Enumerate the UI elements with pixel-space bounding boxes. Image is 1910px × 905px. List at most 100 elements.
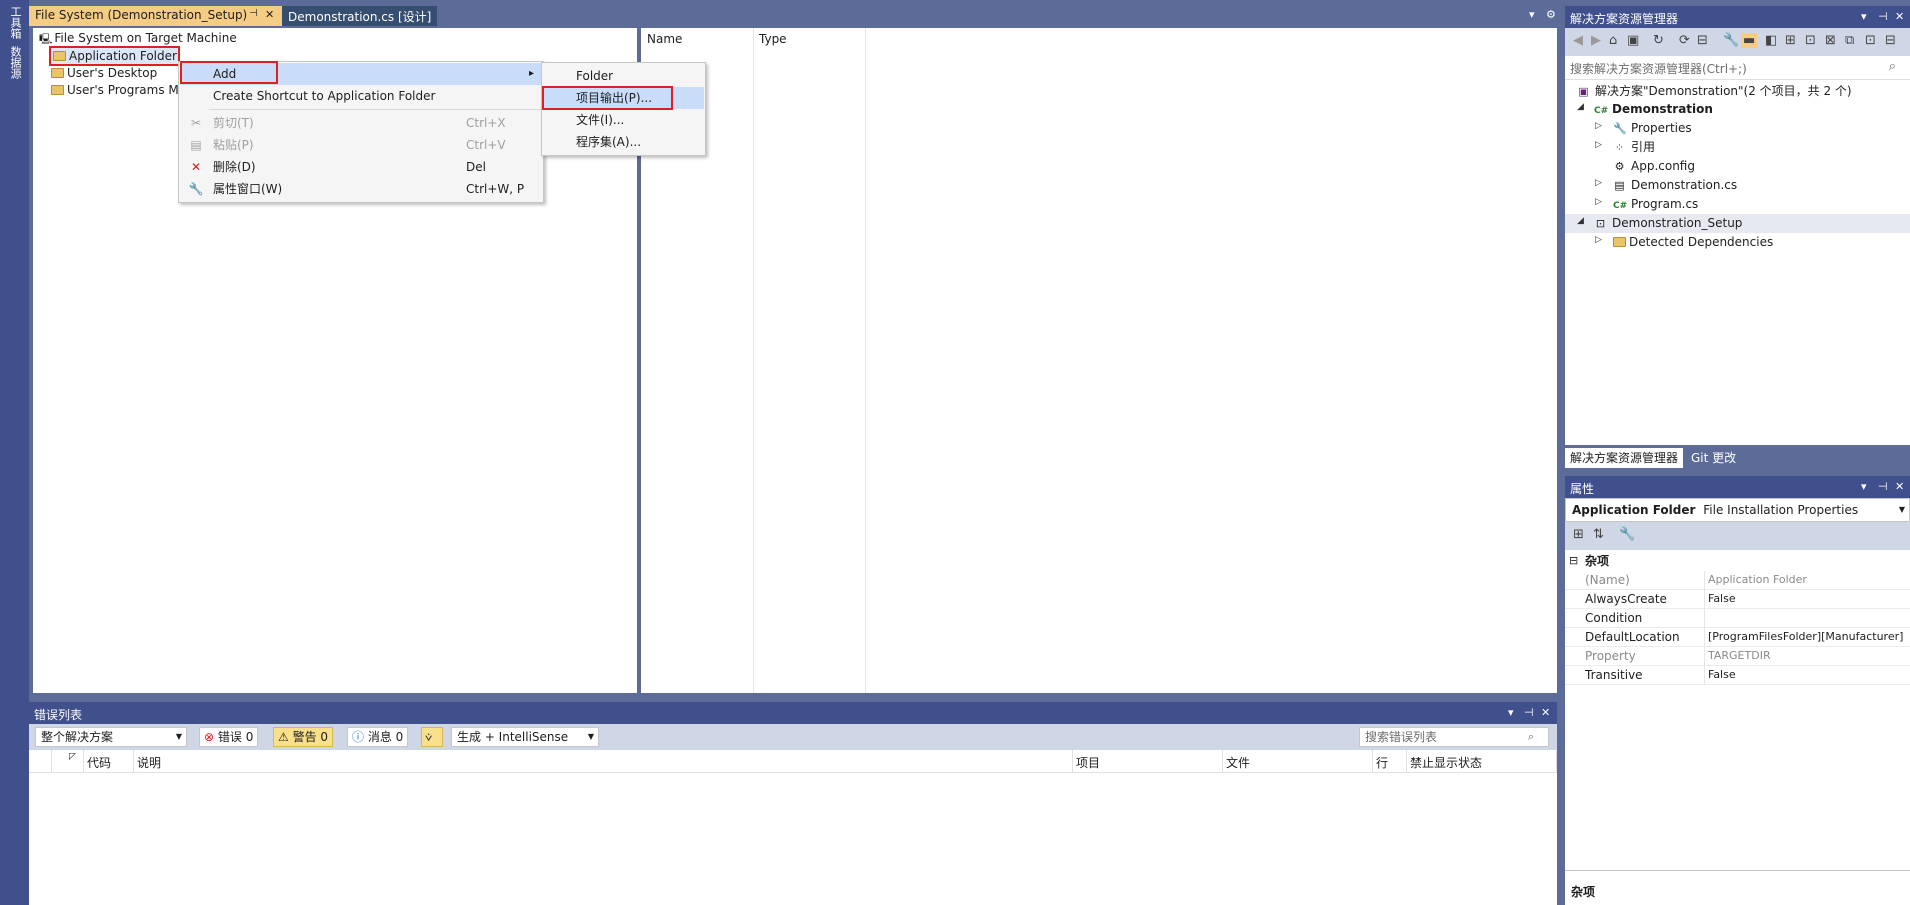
submenu-item-assembly[interactable]: 程序集(A)...: [543, 131, 704, 153]
errors-count: 错误 0: [217, 730, 254, 744]
preview-selected-icon[interactable]: ▬: [1741, 33, 1758, 48]
messages-filter-button[interactable]: ⓘ 消息 0: [347, 727, 409, 747]
column-header-type[interactable]: Type: [759, 32, 787, 46]
column-header-description[interactable]: 说明: [137, 754, 161, 771]
scope-select-value: 整个解决方案: [41, 730, 114, 744]
submenu-item-file[interactable]: 文件(I)...: [543, 109, 704, 131]
node-program-cs[interactable]: C# Program.cs: [1613, 195, 1698, 214]
tab-dropdown-icon[interactable]: ▾: [1529, 8, 1535, 21]
scope-select[interactable]: 整个解决方案 ▼: [35, 727, 187, 747]
view-designer-icon[interactable]: ⊞: [1785, 33, 1796, 48]
node-references[interactable]: ⁘ 引用: [1613, 138, 1655, 157]
user-interface-editor-icon[interactable]: ⊡: [1865, 33, 1876, 48]
collapsed-arrow-icon[interactable]: ▷: [1595, 140, 1602, 150]
project-node-demonstration[interactable]: C# Demonstration: [1594, 100, 1713, 119]
property-row[interactable]: DefaultLocation [ProgramFilesFolder][Man…: [1565, 628, 1910, 647]
dropdown-icon[interactable]: ▾: [1861, 480, 1867, 493]
error-search-input[interactable]: 搜索错误列表 ⌕: [1359, 727, 1549, 747]
collapsed-arrow-icon[interactable]: ▷: [1595, 178, 1602, 188]
node-properties[interactable]: 🔧 Properties: [1613, 119, 1692, 138]
references-icon: ⁘: [1614, 141, 1625, 154]
filetypes-editor-icon[interactable]: ⧉: [1845, 33, 1854, 48]
forward-icon[interactable]: ▶: [1591, 33, 1601, 48]
tree-item-users-desktop[interactable]: User's Desktop: [51, 65, 157, 81]
solution-label: 解决方案"Demonstration"(2 个项目，共 2 个): [1595, 84, 1852, 98]
dropdown-icon[interactable]: ▾: [1508, 706, 1514, 719]
back-icon[interactable]: ◀: [1573, 33, 1583, 48]
tab-git-changes[interactable]: Git 更改: [1686, 448, 1741, 468]
collapsed-arrow-icon[interactable]: ▷: [1595, 235, 1602, 245]
column-header-suppression[interactable]: 禁止显示状态: [1410, 754, 1482, 771]
menu-item-cut[interactable]: ✂ 剪切(T) Ctrl+X: [180, 112, 542, 134]
pin-icon[interactable]: ⊣: [249, 8, 258, 19]
pin-icon[interactable]: ⊣: [1878, 10, 1888, 23]
column-header-line[interactable]: 行: [1376, 754, 1388, 771]
column-header-code[interactable]: 代码: [87, 754, 111, 771]
solution-explorer-search-input[interactable]: 搜索解决方案资源管理器(Ctrl+;) ⌕: [1565, 56, 1910, 80]
column-header-file[interactable]: 文件: [1226, 754, 1250, 771]
settings-gear-icon[interactable]: ⚙: [1546, 8, 1556, 21]
tab-solution-explorer[interactable]: 解决方案资源管理器: [1565, 448, 1684, 468]
sort-icon: ◸: [69, 752, 76, 762]
menu-item-properties-window[interactable]: 🔧 属性窗口(W) Ctrl+W, P: [180, 178, 542, 200]
property-row[interactable]: (Name) Application Folder: [1565, 571, 1910, 590]
highlight-box: [180, 61, 278, 84]
close-icon[interactable]: ✕: [1895, 480, 1904, 493]
menu-item-delete[interactable]: ✕ 删除(D) Del: [180, 156, 542, 178]
project-node-setup[interactable]: ⊡ Demonstration_Setup: [1594, 214, 1743, 233]
close-icon[interactable]: ✕: [1541, 706, 1550, 719]
build-filter-select[interactable]: 生成 + IntelliSense ▼: [451, 727, 599, 747]
tab-file-system[interactable]: File System (Demonstration_Setup) ⊣ ✕: [29, 6, 282, 26]
node-detected-dependencies[interactable]: Detected Dependencies: [1613, 233, 1773, 252]
close-tab-icon[interactable]: ✕: [265, 8, 274, 21]
custom-actions-editor-icon[interactable]: ⊟: [1885, 33, 1896, 48]
solution-node[interactable]: ▣ 解决方案"Demonstration"(2 个项目，共 2 个): [1577, 82, 1852, 101]
view-code-icon[interactable]: ◧: [1765, 33, 1777, 48]
warnings-filter-button[interactable]: ⚠ 警告 0: [273, 727, 334, 747]
pin-icon[interactable]: ⊣: [1878, 480, 1888, 493]
pending-changes-icon[interactable]: ↻: [1653, 33, 1664, 48]
collapse-all-icon[interactable]: ⊟: [1697, 33, 1708, 48]
property-pages-icon[interactable]: 🔧: [1619, 527, 1635, 542]
datasource-tab[interactable]: 数据源: [8, 46, 22, 79]
expanded-arrow-icon[interactable]: ◢: [1577, 216, 1584, 226]
collapse-icon[interactable]: ⊟: [1569, 552, 1578, 570]
collapsed-arrow-icon[interactable]: ▷: [1595, 197, 1602, 207]
close-icon[interactable]: ✕: [1895, 10, 1904, 23]
setup-project-icon: ⊡: [1595, 217, 1606, 230]
refresh-icon[interactable]: ⟳: [1679, 33, 1690, 48]
category-header[interactable]: ⊟ 杂项: [1565, 552, 1910, 571]
column-header-project[interactable]: 项目: [1076, 754, 1100, 771]
column-header-name[interactable]: Name: [647, 32, 682, 46]
menu-item-label: 属性窗口(W): [213, 182, 283, 196]
dropdown-icon[interactable]: ▾: [1861, 10, 1867, 23]
property-row[interactable]: Condition: [1565, 609, 1910, 628]
folder-icon: [1613, 237, 1626, 247]
menu-item-create-shortcut[interactable]: Create Shortcut to Application Folder: [180, 85, 542, 107]
expanded-arrow-icon[interactable]: ◢: [1577, 102, 1584, 112]
property-row[interactable]: AlwaysCreate False: [1565, 590, 1910, 609]
chevron-down-icon: ▼: [587, 732, 594, 741]
registry-editor-icon[interactable]: ⊠: [1825, 33, 1836, 48]
property-key: Property: [1585, 649, 1636, 663]
categorized-icon[interactable]: ⊞: [1573, 527, 1584, 542]
filter-button[interactable]: ⩒: [421, 727, 443, 747]
pin-icon[interactable]: ⊣: [1524, 706, 1534, 719]
collapsed-arrow-icon[interactable]: ▷: [1595, 121, 1602, 131]
tab-demonstration-design[interactable]: Demonstration.cs [设计]: [282, 6, 437, 26]
installer-editor-icon[interactable]: ⊡: [1805, 33, 1816, 48]
switch-views-icon[interactable]: ▣: [1627, 33, 1639, 48]
wrench-icon[interactable]: 🔧: [1723, 33, 1739, 48]
node-demonstration-cs[interactable]: ▤ Demonstration.cs: [1613, 176, 1737, 195]
toolbox-tab[interactable]: 工具箱: [8, 6, 22, 39]
alphabetical-icon[interactable]: ⇅: [1593, 527, 1604, 542]
home-icon[interactable]: ⌂: [1609, 33, 1617, 48]
property-row[interactable]: Property TARGETDIR: [1565, 647, 1910, 666]
submenu-item-folder[interactable]: Folder: [543, 65, 704, 87]
properties-object-select[interactable]: Application Folder File Installation Pro…: [1565, 498, 1910, 522]
errors-filter-button[interactable]: ⊗ 错误 0: [199, 727, 259, 747]
menu-item-paste[interactable]: ▤ 粘贴(P) Ctrl+V: [180, 134, 542, 156]
node-app-config[interactable]: ⚙ App.config: [1613, 157, 1695, 176]
tree-item-users-programs[interactable]: User's Programs M: [51, 82, 179, 98]
property-row[interactable]: Transitive False: [1565, 666, 1910, 685]
